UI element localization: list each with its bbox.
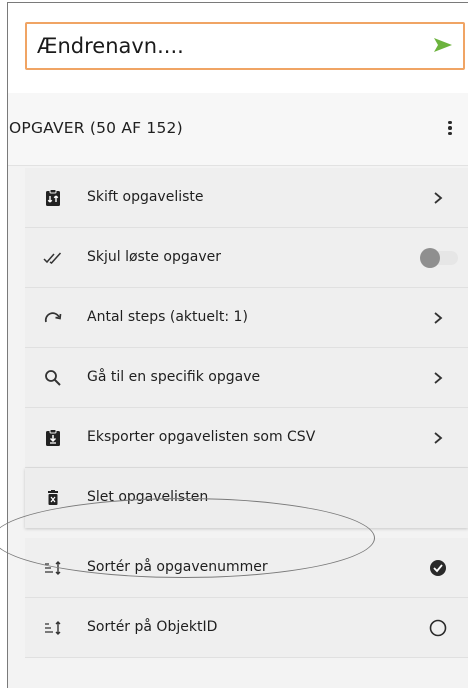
chevron-right-icon [428, 308, 448, 328]
send-arrow-icon[interactable] [431, 33, 455, 57]
hide-solved-toggle[interactable] [420, 248, 458, 268]
rename-bar [8, 3, 468, 94]
menu-item-hide-solved[interactable]: Skjul løste opgaver [25, 228, 468, 288]
double-check-icon [43, 248, 63, 268]
chevron-right-icon [428, 368, 448, 388]
section-header: OPGAVER (50 AF 152) [8, 93, 468, 166]
task-panel: OPGAVER (50 AF 152) Skift opgaveliste [7, 2, 468, 688]
menu-item-label: Sortér på ObjektID [87, 619, 218, 635]
menu-item-label: Skjul løste opgaver [87, 249, 221, 265]
menu-item-export-csv[interactable]: Eksporter opgavelisten som CSV [25, 408, 468, 468]
menu-item-delete-list[interactable]: Slet opgavelisten [25, 468, 468, 528]
menu-item-sort-object-id[interactable]: Sortér på ObjektID [25, 598, 468, 658]
menu-item-switch-list[interactable]: Skift opgaveliste [25, 168, 468, 228]
sort-icon [43, 618, 63, 638]
chevron-right-icon [428, 188, 448, 208]
menu-item-label: Skift opgaveliste [87, 189, 204, 205]
rename-field-wrapper [25, 22, 465, 70]
menu-item-label: Antal steps (aktuelt: 1) [87, 309, 248, 325]
menu-item-label: Slet opgavelisten [87, 489, 209, 505]
kebab-menu-icon[interactable] [442, 117, 458, 139]
menu-item-goto-task[interactable]: Gå til en specifik opgave [25, 348, 468, 408]
clipboard-switch-icon [43, 188, 63, 208]
redo-arc-icon [43, 308, 63, 328]
menu-item-label: Sortér på opgavenummer [87, 559, 268, 575]
sort-icon [43, 558, 63, 578]
menu-item-label: Gå til en specifik opgave [87, 369, 261, 385]
chevron-right-icon [428, 428, 448, 448]
section-title: OPGAVER (50 AF 152) [9, 119, 183, 137]
menu-item-label: Eksporter opgavelisten som CSV [87, 429, 316, 445]
clipboard-download-icon [43, 428, 63, 448]
search-icon [43, 368, 63, 388]
task-menu: Skift opgaveliste Skjul løste opgaver An… [25, 168, 468, 658]
radio-checked-icon[interactable] [428, 558, 448, 578]
radio-unchecked-icon[interactable] [428, 618, 448, 638]
trash-icon [43, 488, 63, 508]
menu-item-sort-task-number[interactable]: Sortér på opgavenummer [25, 538, 468, 598]
rename-input[interactable] [37, 24, 417, 68]
menu-item-steps[interactable]: Antal steps (aktuelt: 1) [25, 288, 468, 348]
